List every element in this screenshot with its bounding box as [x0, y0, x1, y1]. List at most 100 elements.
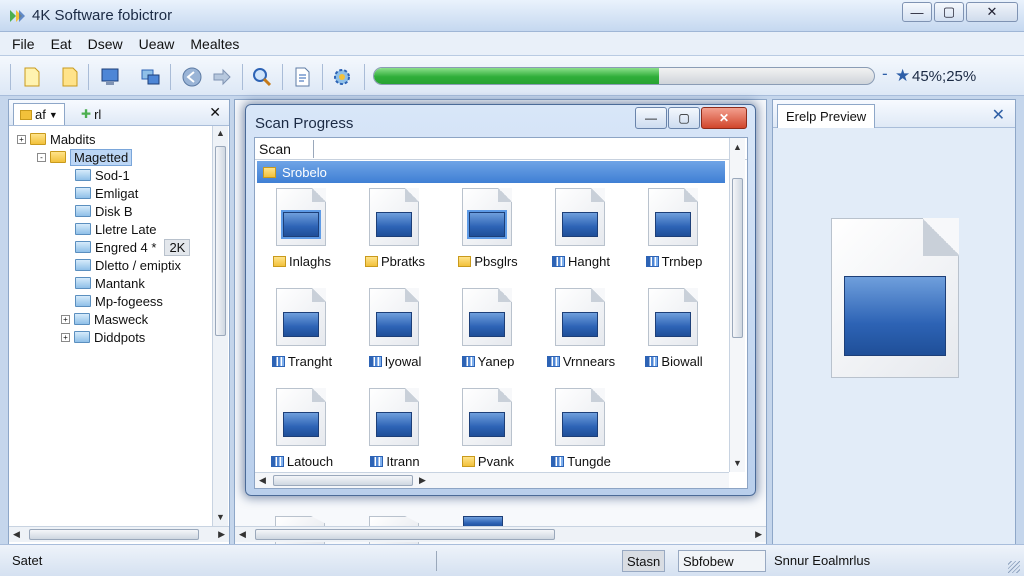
divider [436, 551, 437, 571]
scroll-left-icon[interactable]: ◀ [259, 475, 266, 486]
chart-icon [271, 356, 285, 367]
tree-item[interactable]: Dletto / emiptix [75, 256, 181, 274]
folder-icon [263, 166, 276, 178]
tree-item[interactable]: Disk B [75, 202, 133, 220]
collapse-icon[interactable]: - [37, 152, 46, 162]
scroll-down-icon[interactable]: ▼ [733, 458, 742, 468]
network-button[interactable] [138, 65, 162, 89]
tree-item[interactable]: + Mabdits [17, 130, 96, 148]
window-title: 4K Software fobictror [32, 7, 173, 24]
back-button[interactable] [180, 65, 204, 89]
toolbar-separator [88, 64, 89, 90]
scroll-down-icon[interactable]: ▼ [216, 512, 225, 522]
close-panel-icon[interactable]: ✕ [209, 104, 221, 121]
tab-tree[interactable]: af ▼ [13, 103, 65, 125]
tree-item[interactable]: Engred 4 * 2K [75, 238, 191, 256]
file-item[interactable]: Biowall [631, 288, 717, 386]
folder-icon [75, 169, 91, 181]
file-icon [648, 188, 698, 246]
scroll-thumb[interactable] [215, 146, 226, 336]
tree-item[interactable]: Emligat [75, 184, 138, 202]
close-button[interactable]: ✕ [966, 2, 1018, 22]
folder-icon [50, 151, 66, 163]
menu-tools[interactable]: Ueaw [139, 36, 175, 52]
settings-button[interactable] [330, 65, 354, 89]
expand-icon[interactable]: + [17, 134, 26, 144]
tree-item-label: Masweck [94, 311, 149, 327]
document-button[interactable] [290, 65, 314, 89]
tree-item[interactable]: Sod-1 [75, 166, 130, 184]
maximize-button[interactable]: ▢ [934, 2, 964, 22]
file-label: Yanep [477, 354, 515, 369]
scroll-right-icon[interactable]: ▶ [419, 475, 426, 486]
close-preview-icon[interactable]: ✕ [992, 105, 1005, 125]
expand-icon[interactable]: + [61, 332, 70, 342]
file-label-row: Itrann [352, 454, 438, 469]
chart-icon [552, 256, 566, 267]
menu-edit[interactable]: Eat [51, 36, 72, 52]
dialog-horizontal-scrollbar[interactable]: ◀ ▶ [255, 472, 729, 488]
tree-item[interactable]: Mantank [75, 274, 145, 292]
tab-list[interactable]: ✚ rl [75, 103, 107, 125]
scroll-thumb[interactable] [732, 178, 743, 338]
tree-item-label: Mantank [95, 275, 145, 291]
file-item[interactable]: Pbsglrs [445, 188, 531, 286]
folder-tree: + Mabdits - Magetted Sod-1 Emligat Disk B Lletr… [9, 128, 209, 518]
scroll-thumb[interactable] [29, 529, 199, 540]
tree-item[interactable]: - Magetted [37, 148, 133, 166]
file-label: Tranght [287, 354, 333, 369]
file-item[interactable]: Yanep [445, 288, 531, 386]
tree-item[interactable]: + Diddpots [61, 328, 145, 346]
scroll-thumb[interactable] [255, 529, 555, 540]
file-item[interactable]: Iyowal [352, 288, 438, 386]
open-folder-button[interactable] [58, 65, 82, 89]
dialog-vertical-scrollbar[interactable]: ▲ ▼ [729, 138, 745, 472]
file-label: Pbsglrs [474, 254, 518, 269]
file-label-row: Yanep [445, 354, 531, 369]
tree-item[interactable]: Lletre Late [75, 220, 156, 238]
file-label-row: Hanght [538, 254, 624, 269]
file-item[interactable]: Trnbep [631, 188, 717, 286]
dialog-maximize-button[interactable]: ▢ [668, 107, 700, 129]
menu-file[interactable]: File [12, 36, 35, 52]
scroll-right-icon[interactable]: ▶ [755, 529, 762, 540]
dialog-minimize-button[interactable]: — [635, 107, 667, 129]
search-button[interactable] [250, 65, 274, 89]
tree-vertical-scrollbar[interactable]: ▲ ▼ [212, 126, 228, 526]
folder-icon [75, 259, 91, 271]
file-item[interactable]: Inlaghs [259, 188, 345, 286]
dialog-close-button[interactable]: ✕ [701, 107, 747, 129]
scroll-up-icon[interactable]: ▲ [216, 128, 225, 138]
tree-item[interactable]: Mp-fogeess [75, 292, 163, 310]
selected-folder-row[interactable]: Srobelo [257, 161, 725, 183]
scroll-thumb[interactable] [273, 475, 413, 486]
computer-button[interactable] [98, 65, 122, 89]
file-list-horizontal-scrollbar[interactable]: ◀ ▶ [235, 526, 766, 542]
expand-icon[interactable]: + [61, 314, 70, 324]
new-folder-button[interactable] [20, 65, 44, 89]
settings-icon [334, 69, 350, 85]
minimize-button[interactable]: — [902, 2, 932, 22]
forward-icon [213, 68, 231, 86]
scroll-left-icon[interactable]: ◀ [13, 529, 20, 540]
resize-grip-icon[interactable] [1008, 561, 1020, 573]
menu-view[interactable]: Dsew [88, 36, 123, 52]
file-item[interactable]: Pbratks [352, 188, 438, 286]
tree-item-label: Magetted [70, 148, 133, 166]
file-icon [369, 288, 419, 346]
file-item[interactable]: Tranght [259, 288, 345, 386]
tree-item[interactable]: + Masweck [61, 310, 148, 328]
scroll-left-icon[interactable]: ◀ [239, 529, 246, 540]
scan-progress-dialog: Scan Progress — ▢ ✕ Scan Srobelo Inlaghs… [245, 104, 756, 496]
scroll-right-icon[interactable]: ▶ [218, 529, 225, 540]
file-item[interactable]: Hanght [538, 188, 624, 286]
file-label: Latouch [286, 454, 334, 469]
file-item[interactable]: Vrnnears [538, 288, 624, 386]
scroll-up-icon[interactable]: ▲ [733, 142, 742, 152]
file-label-row: Biowall [631, 354, 717, 369]
forward-button[interactable] [210, 65, 234, 89]
folder-icon [461, 456, 475, 467]
tab-preview[interactable]: Erelp Preview [777, 104, 876, 128]
tree-horizontal-scrollbar[interactable]: ◀ ▶ [9, 526, 229, 542]
menu-help[interactable]: Mealtes [190, 36, 239, 52]
